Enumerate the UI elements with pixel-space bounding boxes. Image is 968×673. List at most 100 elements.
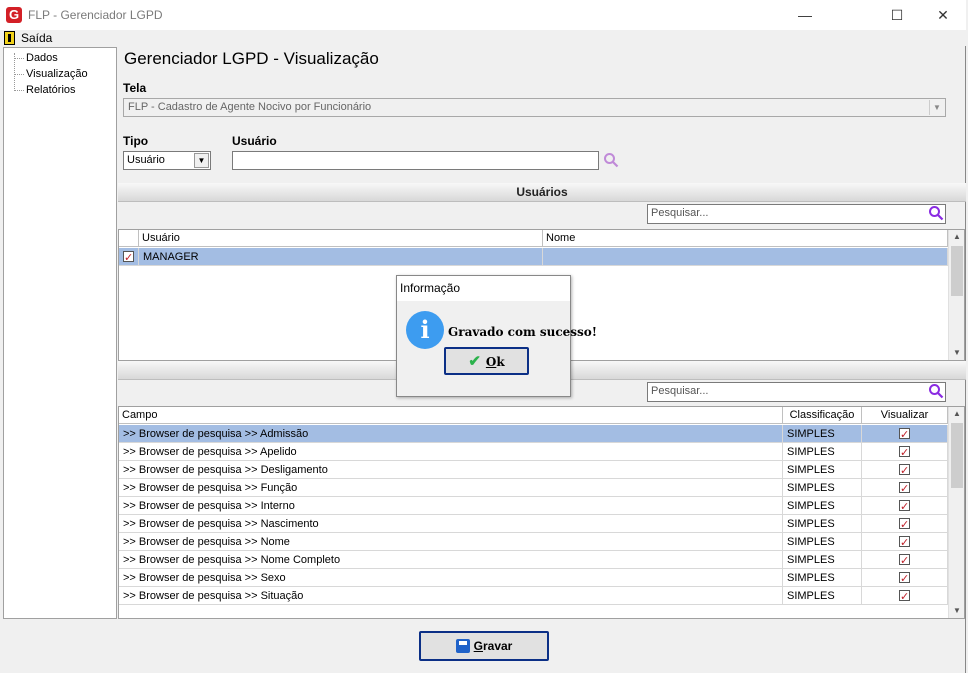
cell-classificacao: SIMPLES <box>783 461 862 479</box>
tipo-label: Tipo <box>123 134 149 148</box>
cell-visualizar[interactable] <box>862 551 948 569</box>
save-button[interactable]: Gravar <box>419 631 549 661</box>
info-icon: i <box>406 311 444 349</box>
checkbox-checked-icon[interactable] <box>123 249 134 266</box>
sidebar-item-relatorios[interactable]: Relatórios <box>26 84 76 96</box>
chevron-down-icon: ▼ <box>929 100 944 115</box>
exit-door-icon[interactable] <box>4 31 15 45</box>
scroll-down-icon[interactable]: ▼ <box>949 604 964 618</box>
title-bar: G FLP - Gerenciador LGPD — ☐ ✕ <box>0 0 966 30</box>
search-icon[interactable] <box>603 152 619 168</box>
main-window: G FLP - Gerenciador LGPD — ☐ ✕ Saída Dad… <box>0 0 966 673</box>
scroll-up-icon[interactable]: ▲ <box>949 407 964 421</box>
cell-campo: >> Browser de pesquisa >> Interno <box>119 497 783 515</box>
cell-visualizar[interactable] <box>862 569 948 587</box>
checkbox-checked-icon[interactable] <box>899 444 910 461</box>
fields-search-input[interactable]: Pesquisar... <box>647 382 946 402</box>
tipo-select[interactable]: Usuário ▼ <box>123 151 211 170</box>
cell-visualizar[interactable] <box>862 461 948 479</box>
page-title: Gerenciador LGPD - Visualização <box>124 49 379 68</box>
fields-scrollbar[interactable]: ▲ ▼ <box>948 407 964 618</box>
table-row[interactable]: >> Browser de pesquisa >> Admissão SIMPLE… <box>119 425 948 443</box>
checkbox-checked-icon[interactable] <box>899 588 910 605</box>
checkbox-checked-icon[interactable] <box>899 552 910 569</box>
sidebar-item-visualizacao[interactable]: Visualização <box>26 68 88 80</box>
table-row[interactable]: MANAGER <box>119 248 948 266</box>
table-row[interactable]: >> Browser de pesquisa >> Interno SIMPLES <box>119 497 948 515</box>
scroll-thumb[interactable] <box>951 246 963 296</box>
menu-bar: Saída <box>0 30 966 46</box>
dialog-message: Gravado com sucesso! <box>448 325 598 339</box>
ok-button[interactable]: ✔ Ok <box>444 347 529 375</box>
cell-visualizar[interactable] <box>862 587 948 605</box>
users-search-input[interactable]: Pesquisar... <box>647 204 946 224</box>
chevron-down-icon[interactable]: ▼ <box>194 153 209 168</box>
table-row[interactable]: >> Browser de pesquisa >> Desligamento SI… <box>119 461 948 479</box>
table-row[interactable]: >> Browser de pesquisa >> Apelido SIMPLES <box>119 443 948 461</box>
search-icon[interactable] <box>928 383 944 399</box>
cell-classificacao: SIMPLES <box>783 587 862 605</box>
search-icon[interactable] <box>928 205 944 221</box>
cell-visualizar[interactable] <box>862 497 948 515</box>
users-search-placeholder: Pesquisar... <box>651 207 709 219</box>
app-logo-icon: G <box>6 7 22 23</box>
checkbox-checked-icon[interactable] <box>899 516 910 533</box>
maximize-button[interactable]: ☐ <box>874 0 920 30</box>
cell-campo: >> Browser de pesquisa >> Desligamento <box>119 461 783 479</box>
cell-classificacao: SIMPLES <box>783 497 862 515</box>
tela-select: FLP - Cadastro de Agente Nocivo por Func… <box>123 98 946 117</box>
cell-classificacao: SIMPLES <box>783 479 862 497</box>
usuario-input[interactable] <box>232 151 599 170</box>
cell-classificacao: SIMPLES <box>783 551 862 569</box>
cell-visualizar[interactable] <box>862 533 948 551</box>
cell-visualizar[interactable] <box>862 443 948 461</box>
cell-visualizar[interactable] <box>862 479 948 497</box>
dialog-title: Informação <box>397 276 570 301</box>
table-row[interactable]: >> Browser de pesquisa >> Nome SIMPLES <box>119 533 948 551</box>
checkbox-checked-icon[interactable] <box>899 570 910 587</box>
cell-classificacao: SIMPLES <box>783 515 862 533</box>
info-dialog: Informação i Gravado com sucesso! ✔ Ok <box>396 275 597 397</box>
table-row[interactable]: >> Browser de pesquisa >> Nome Completo S… <box>119 551 948 569</box>
users-section-header: Usuários <box>118 183 966 202</box>
cell-campo: >> Browser de pesquisa >> Nascimento <box>119 515 783 533</box>
scroll-thumb[interactable] <box>951 423 963 488</box>
table-row[interactable]: >> Browser de pesquisa >> Situação SIMPLE… <box>119 587 948 605</box>
scroll-down-icon[interactable]: ▼ <box>949 346 964 360</box>
column-header-classificacao[interactable]: Classificação <box>783 407 862 424</box>
column-header-nome[interactable]: Nome <box>543 230 948 247</box>
cell-campo: >> Browser de pesquisa >> Nome Completo <box>119 551 783 569</box>
table-row[interactable]: >> Browser de pesquisa >> Sexo SIMPLES <box>119 569 948 587</box>
table-row[interactable]: >> Browser de pesquisa >> Nascimento SIMP… <box>119 515 948 533</box>
floppy-disk-icon <box>455 639 470 653</box>
cell-campo: >> Browser de pesquisa >> Situação <box>119 587 783 605</box>
table-row[interactable]: >> Browser de pesquisa >> Função SIMPLES <box>119 479 948 497</box>
users-scrollbar[interactable]: ▲ ▼ <box>948 230 964 360</box>
checkbox-checked-icon[interactable] <box>899 534 910 551</box>
cell-campo: >> Browser de pesquisa >> Sexo <box>119 569 783 587</box>
users-grid-header: Usuário Nome <box>119 230 948 247</box>
column-header-usuario[interactable]: Usuário <box>139 230 543 247</box>
row-checkbox-cell[interactable] <box>119 248 139 266</box>
cell-campo: >> Browser de pesquisa >> Admissão <box>119 425 783 443</box>
scroll-up-icon[interactable]: ▲ <box>949 230 964 244</box>
cell-classificacao: SIMPLES <box>783 443 862 461</box>
tree-connector <box>14 90 24 91</box>
minimize-button[interactable]: — <box>782 0 828 30</box>
tree-connector <box>14 58 24 59</box>
tree-connector <box>14 74 24 75</box>
cell-visualizar[interactable] <box>862 425 948 443</box>
tipo-value: Usuário <box>127 154 165 166</box>
fields-search-placeholder: Pesquisar... <box>651 385 709 397</box>
fields-grid-header: Campo Classificação Visualizar <box>119 407 948 424</box>
close-button[interactable]: ✕ <box>920 0 966 30</box>
column-header-visualizar[interactable]: Visualizar <box>862 407 948 424</box>
checkbox-checked-icon[interactable] <box>899 498 910 515</box>
checkbox-checked-icon[interactable] <box>899 426 910 443</box>
checkbox-checked-icon[interactable] <box>899 480 910 497</box>
column-header-campo[interactable]: Campo <box>119 407 783 424</box>
checkbox-checked-icon[interactable] <box>899 462 910 479</box>
cell-visualizar[interactable] <box>862 515 948 533</box>
menu-exit[interactable]: Saída <box>21 31 52 45</box>
sidebar-item-dados[interactable]: Dados <box>26 52 58 64</box>
